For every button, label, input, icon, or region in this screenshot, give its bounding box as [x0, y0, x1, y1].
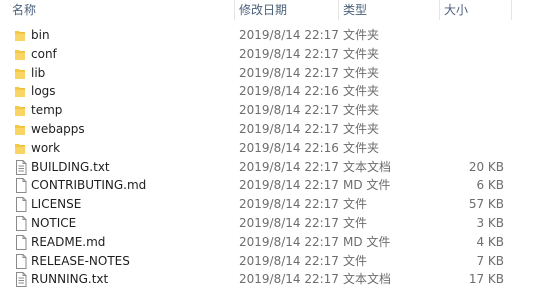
- file-size: [444, 139, 504, 158]
- file-row[interactable]: logs 2019/8/14 22:16 文件夹: [0, 82, 554, 101]
- file-size: [444, 101, 504, 120]
- file-name: README.md: [31, 234, 106, 249]
- folder-icon: [14, 84, 28, 99]
- file-row[interactable]: BUILDING.txt 2019/8/14 22:17 文本文档 20 KB: [0, 158, 554, 177]
- file-date-modified: 2019/8/14 22:16: [239, 140, 339, 155]
- file-size: [444, 45, 504, 64]
- file-type: 文件夹: [343, 140, 380, 155]
- folder-icon: [14, 66, 28, 81]
- folder-icon: [14, 28, 28, 43]
- file-date-modified: 2019/8/14 22:17: [239, 215, 339, 230]
- column-divider[interactable]: [511, 0, 512, 20]
- file-date-modified: 2019/8/14 22:17: [239, 46, 339, 61]
- file-size: [444, 64, 504, 83]
- file-row[interactable]: lib 2019/8/14 22:17 文件夹: [0, 64, 554, 83]
- file-size: [444, 26, 504, 45]
- file-name: work: [31, 140, 61, 155]
- file-icon: [14, 234, 28, 250]
- file-name: BUILDING.txt: [31, 159, 110, 174]
- file-type: 文件: [343, 253, 368, 268]
- file-type: 文件夹: [343, 121, 380, 136]
- file-type: 文件夹: [343, 65, 380, 80]
- file-type: MD 文件: [343, 234, 391, 249]
- file-date-modified: 2019/8/14 22:17: [239, 178, 339, 193]
- folder-icon: [14, 47, 28, 62]
- file-name: conf: [31, 46, 57, 61]
- file-name: temp: [31, 103, 63, 118]
- file-row[interactable]: work 2019/8/14 22:16 文件夹: [0, 139, 554, 158]
- column-header-size[interactable]: 大小: [444, 0, 510, 20]
- file-icon: [14, 178, 28, 194]
- file-size: [444, 82, 504, 101]
- file-row[interactable]: RUNNING.txt 2019/8/14 22:17 文本文档 17 KB: [0, 270, 554, 289]
- file-name: bin: [31, 28, 50, 42]
- file-name: RUNNING.txt: [31, 272, 109, 287]
- column-header-bar: ^ 名称 修改日期 类型 大小: [0, 0, 554, 22]
- file-type: 文件: [343, 215, 368, 230]
- file-row[interactable]: temp 2019/8/14 22:17 文件夹: [0, 101, 554, 120]
- file-type: 文件: [343, 197, 368, 212]
- file-size: 3 KB: [476, 215, 504, 230]
- file-row[interactable]: RELEASE-NOTES 2019/8/14 22:17 文件 7 KB: [0, 252, 554, 271]
- file-name: RELEASE-NOTES: [31, 253, 130, 268]
- file-size: 7 KB: [476, 253, 504, 268]
- file-type: 文本文档: [343, 272, 392, 287]
- text-file-icon: [14, 272, 28, 288]
- file-date-modified: 2019/8/14 22:17: [239, 65, 339, 80]
- file-date-modified: 2019/8/14 22:17: [239, 234, 339, 249]
- text-file-icon: [14, 159, 28, 175]
- file-list: bin 2019/8/14 22:17 文件夹 conf 2019/8/14 22:17…: [0, 26, 554, 289]
- file-name: lib: [31, 65, 46, 80]
- file-icon: [14, 215, 28, 231]
- file-row[interactable]: NOTICE 2019/8/14 22:17 文件 3 KB: [0, 214, 554, 233]
- file-size: 57 KB: [468, 197, 504, 212]
- file-type: MD 文件: [343, 178, 391, 193]
- file-type: 文本文档: [343, 159, 392, 174]
- folder-icon: [14, 103, 28, 118]
- file-name: logs: [31, 84, 56, 99]
- column-header-type[interactable]: 类型: [343, 0, 439, 20]
- column-divider[interactable]: [439, 0, 440, 20]
- file-size: 6 KB: [476, 178, 504, 193]
- file-size: 17 KB: [468, 272, 504, 287]
- file-explorer: ^ 名称 修改日期 类型 大小 bin2019/8/14 22:17文件夹con…: [0, 0, 554, 302]
- file-date-modified: 2019/8/14 22:16: [239, 84, 339, 99]
- file-size: 20 KB: [468, 159, 504, 174]
- file-row[interactable]: CONTRIBUTING.md 2019/8/14 22:17 MD 文件 6 KB: [0, 176, 554, 195]
- file-name: LICENSE: [31, 197, 82, 212]
- folder-icon: [14, 141, 28, 156]
- folder-icon: [14, 122, 28, 137]
- file-row[interactable]: webapps 2019/8/14 22:17 文件夹: [0, 120, 554, 139]
- file-date-modified: 2019/8/14 22:17: [239, 272, 339, 287]
- file-row[interactable]: README.md 2019/8/14 22:17 MD 文件 4 KB: [0, 233, 554, 252]
- file-icon: [14, 197, 28, 213]
- file-row[interactable]: conf 2019/8/14 22:17 文件夹: [0, 45, 554, 64]
- file-name: webapps: [31, 121, 85, 136]
- file-date-modified: 2019/8/14 22:17: [239, 28, 339, 42]
- file-size: [444, 120, 504, 139]
- column-header-name[interactable]: 名称: [12, 0, 234, 20]
- file-name: NOTICE: [31, 215, 77, 230]
- file-date-modified: 2019/8/14 22:17: [239, 253, 339, 268]
- file-date-modified: 2019/8/14 22:17: [239, 159, 339, 174]
- file-type: 文件夹: [343, 84, 380, 99]
- file-type: 文件夹: [343, 103, 380, 118]
- file-size: 4 KB: [476, 234, 504, 249]
- file-date-modified: 2019/8/14 22:17: [239, 103, 339, 118]
- column-divider[interactable]: [338, 0, 339, 20]
- column-header-date[interactable]: 修改日期: [239, 0, 339, 20]
- column-divider[interactable]: [234, 0, 235, 20]
- file-type: 文件夹: [343, 46, 380, 61]
- file-type: 文件夹: [343, 28, 380, 42]
- file-row[interactable]: LICENSE 2019/8/14 22:17 文件 57 KB: [0, 195, 554, 214]
- file-date-modified: 2019/8/14 22:17: [239, 121, 339, 136]
- file-icon: [14, 253, 28, 269]
- file-row[interactable]: bin 2019/8/14 22:17 文件夹: [0, 26, 554, 45]
- file-name: CONTRIBUTING.md: [31, 178, 147, 193]
- file-date-modified: 2019/8/14 22:17: [239, 197, 339, 212]
